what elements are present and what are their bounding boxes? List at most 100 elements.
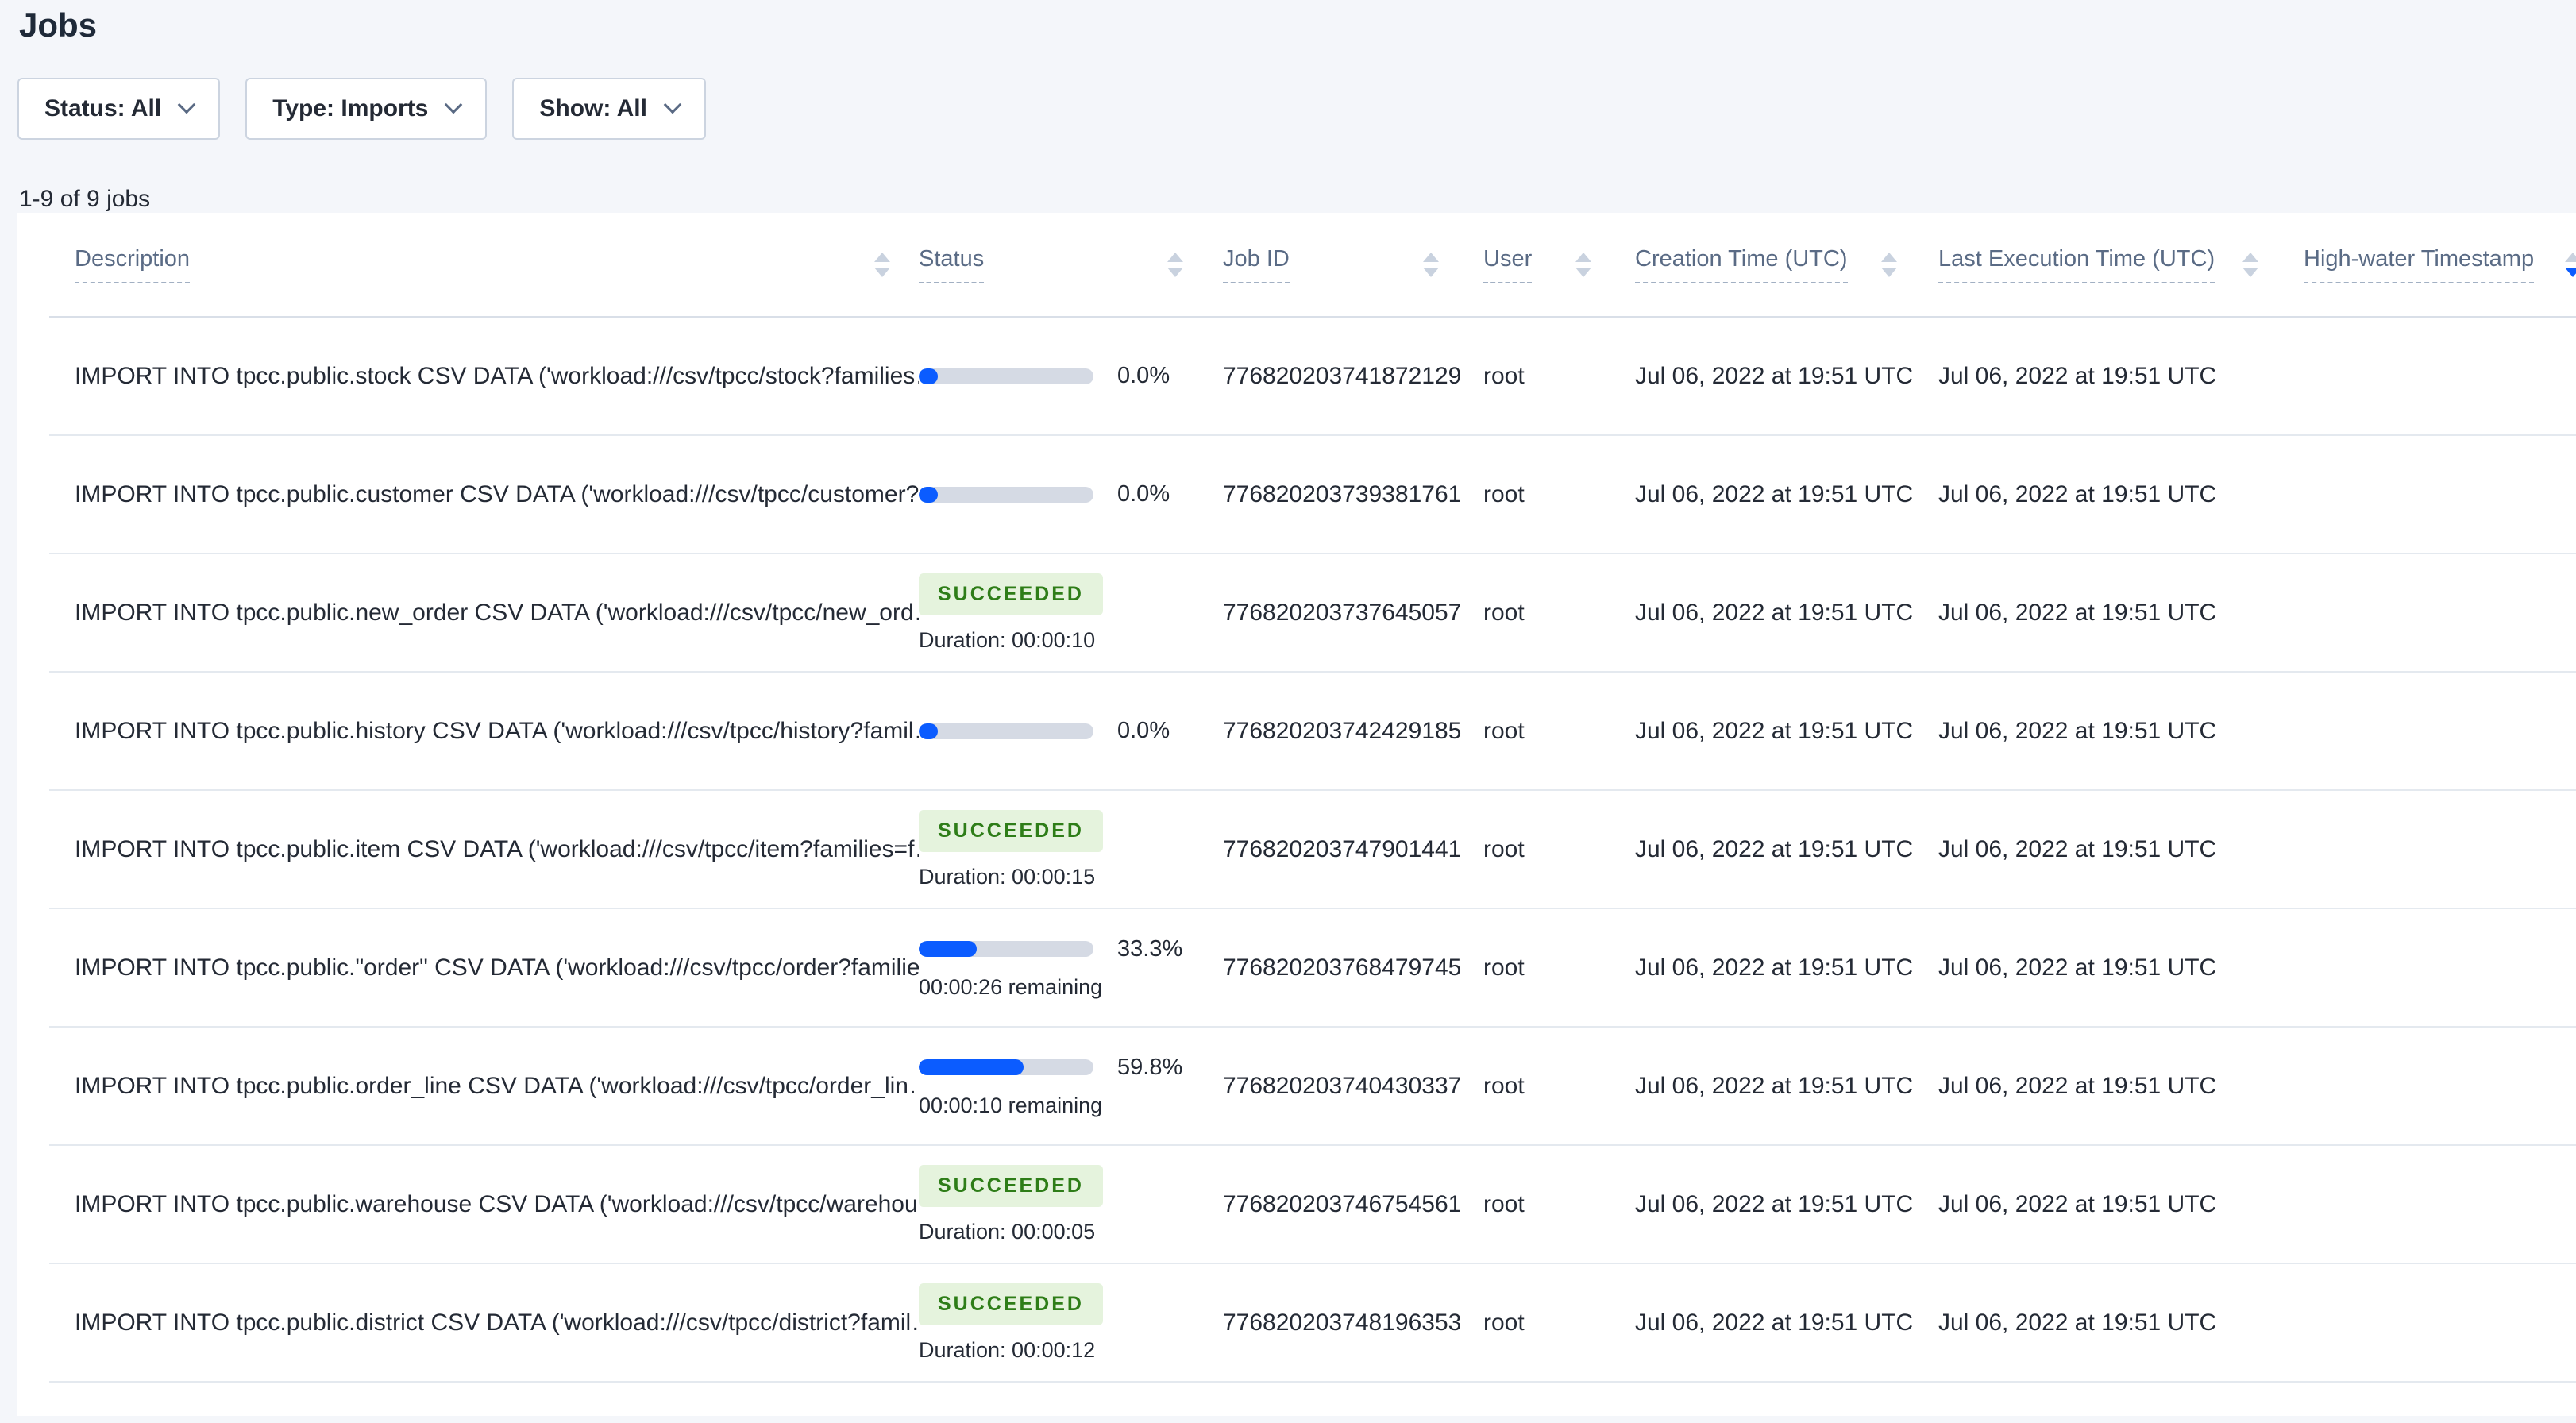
table-row: IMPORT INTO tpcc.public.order_line CSV D… [49,1028,2576,1146]
job-duration: Duration: 00:00:10 [919,627,1096,652]
job-id: 776820203737645057 [1223,599,1462,626]
job-id: 776820203739381761 [1223,480,1462,507]
progress-bar [919,486,1093,503]
job-status: SUCCEEDED Duration: 00:00:05 [919,1164,1223,1244]
creation-time: Jul 06, 2022 at 19:51 UTC [1635,480,1914,507]
progress-percent: 0.0% [1117,481,1170,507]
job-user: root [1483,1072,1525,1099]
sort-icon [1167,252,1183,277]
creation-time: Jul 06, 2022 at 19:51 UTC [1635,362,1914,389]
job-duration: Duration: 00:00:05 [919,1219,1096,1244]
job-duration: Duration: 00:00:12 [919,1337,1096,1362]
table-row: IMPORT INTO tpcc.public.new_order CSV DA… [49,554,2576,673]
type-filter-label: Type: Imports [272,95,429,121]
time-remaining: 00:00:10 remaining [919,1093,1103,1117]
sort-icon [1423,252,1439,277]
column-header-job-id[interactable]: Job ID [1223,246,1483,283]
filter-bar: Status: All Type: Imports Show: All [17,78,706,140]
sort-icon [1575,252,1591,277]
job-id: 776820203740430337 [1223,1072,1462,1099]
last-execution-time: Jul 06, 2022 at 19:51 UTC [1938,1190,2217,1217]
last-execution-time: Jul 06, 2022 at 19:51 UTC [1938,362,2217,389]
last-execution-time: Jul 06, 2022 at 19:51 UTC [1938,835,2217,862]
progress-bar [919,941,1093,957]
job-description-link[interactable]: IMPORT INTO tpcc.public.stock CSV DATA (… [49,363,919,390]
column-header-last-execution-time[interactable]: Last Execution Time (UTC) [1938,246,2304,283]
job-description-link[interactable]: IMPORT INTO tpcc.public.district CSV DAT… [49,1309,919,1336]
job-user: root [1483,480,1525,507]
status-badge-succeeded: SUCCEEDED [919,1282,1103,1325]
show-filter-label: Show: All [539,95,647,121]
job-user: root [1483,717,1525,744]
progress-bar [919,368,1093,384]
sort-icon [1881,252,1897,277]
job-description-link[interactable]: IMPORT INTO tpcc.public.new_order CSV DA… [49,600,919,627]
status-badge-succeeded: SUCCEEDED [919,1164,1103,1207]
creation-time: Jul 06, 2022 at 19:51 UTC [1635,717,1914,744]
job-user: root [1483,954,1525,981]
time-remaining: 00:00:26 remaining [919,974,1103,999]
job-user: root [1483,599,1525,626]
type-filter-dropdown[interactable]: Type: Imports [245,78,488,140]
last-execution-time: Jul 06, 2022 at 19:51 UTC [1938,954,2217,981]
job-description-link[interactable]: IMPORT INTO tpcc.public."order" CSV DATA… [49,954,919,981]
column-header-user[interactable]: User [1483,246,1635,283]
job-description-link[interactable]: IMPORT INTO tpcc.public.item CSV DATA ('… [49,836,919,863]
creation-time: Jul 06, 2022 at 19:51 UTC [1635,954,1914,981]
creation-time: Jul 06, 2022 at 19:51 UTC [1635,1190,1914,1217]
job-description-link[interactable]: IMPORT INTO tpcc.public.order_line CSV D… [49,1073,919,1100]
progress-percent: 33.3% [1117,935,1183,962]
job-user: root [1483,835,1525,862]
job-status: 0.0% [919,481,1223,507]
last-execution-time: Jul 06, 2022 at 19:51 UTC [1938,480,2217,507]
job-status: SUCCEEDED Duration: 00:00:10 [919,573,1223,653]
creation-time: Jul 06, 2022 at 19:51 UTC [1635,1309,1914,1336]
job-status: SUCCEEDED Duration: 00:00:15 [919,809,1223,889]
progress-bar [919,1059,1093,1075]
creation-time: Jul 06, 2022 at 19:51 UTC [1635,599,1914,626]
job-id: 776820203742429185 [1223,717,1462,744]
progress-percent: 59.8% [1117,1054,1183,1080]
creation-time: Jul 06, 2022 at 19:51 UTC [1635,1072,1914,1099]
job-id: 776820203741872129 [1223,362,1462,389]
column-header-status[interactable]: Status [919,246,1223,283]
jobs-table: Description Status Job ID User Creation … [17,213,2576,1416]
table-row: IMPORT INTO tpcc.public.stock CSV DATA (… [49,318,2576,436]
column-header-creation-time[interactable]: Creation Time (UTC) [1635,246,1938,283]
job-id: 776820203746754561 [1223,1190,1462,1217]
status-filter-dropdown[interactable]: Status: All [17,78,221,140]
status-badge-succeeded: SUCCEEDED [919,573,1103,615]
progress-percent: 0.0% [1117,718,1170,743]
table-row: IMPORT INTO tpcc.public.customer CSV DAT… [49,436,2576,554]
chevron-down-icon [445,95,463,114]
job-status: 33.3% 00:00:26 remaining [919,936,1223,1000]
chevron-down-icon [177,95,196,114]
job-description-link[interactable]: IMPORT INTO tpcc.public.warehouse CSV DA… [49,1191,919,1218]
job-description-link[interactable]: IMPORT INTO tpcc.public.customer CSV DAT… [49,481,919,508]
column-header-high-water-timestamp[interactable]: High-water Timestamp [2304,246,2576,283]
last-execution-time: Jul 06, 2022 at 19:51 UTC [1938,717,2217,744]
job-user: root [1483,362,1525,389]
last-execution-time: Jul 06, 2022 at 19:51 UTC [1938,1072,2217,1099]
job-id: 776820203748196353 [1223,1309,1462,1336]
table-row: IMPORT INTO tpcc.public."order" CSV DATA… [49,909,2576,1028]
job-status: 59.8% 00:00:10 remaining [919,1055,1223,1118]
status-filter-label: Status: All [44,95,162,121]
status-badge-succeeded: SUCCEEDED [919,809,1103,852]
job-status: 0.0% [919,718,1223,744]
job-id: 776820203768479745 [1223,954,1462,981]
sort-icon [2242,252,2258,277]
jobs-count: 1-9 of 9 jobs [19,186,151,212]
page-title: Jobs [19,6,98,44]
job-user: root [1483,1190,1525,1217]
job-description-link[interactable]: IMPORT INTO tpcc.public.history CSV DATA… [49,718,919,745]
show-filter-dropdown[interactable]: Show: All [512,78,706,140]
chevron-down-icon [663,95,682,114]
table-row: IMPORT INTO tpcc.public.history CSV DATA… [49,673,2576,791]
last-execution-time: Jul 06, 2022 at 19:51 UTC [1938,1309,2217,1336]
creation-time: Jul 06, 2022 at 19:51 UTC [1635,835,1914,862]
column-header-description[interactable]: Description [49,246,919,283]
job-id: 776820203747901441 [1223,835,1462,862]
table-header-row: Description Status Job ID User Creation … [49,213,2576,318]
progress-percent: 0.0% [1117,363,1170,388]
